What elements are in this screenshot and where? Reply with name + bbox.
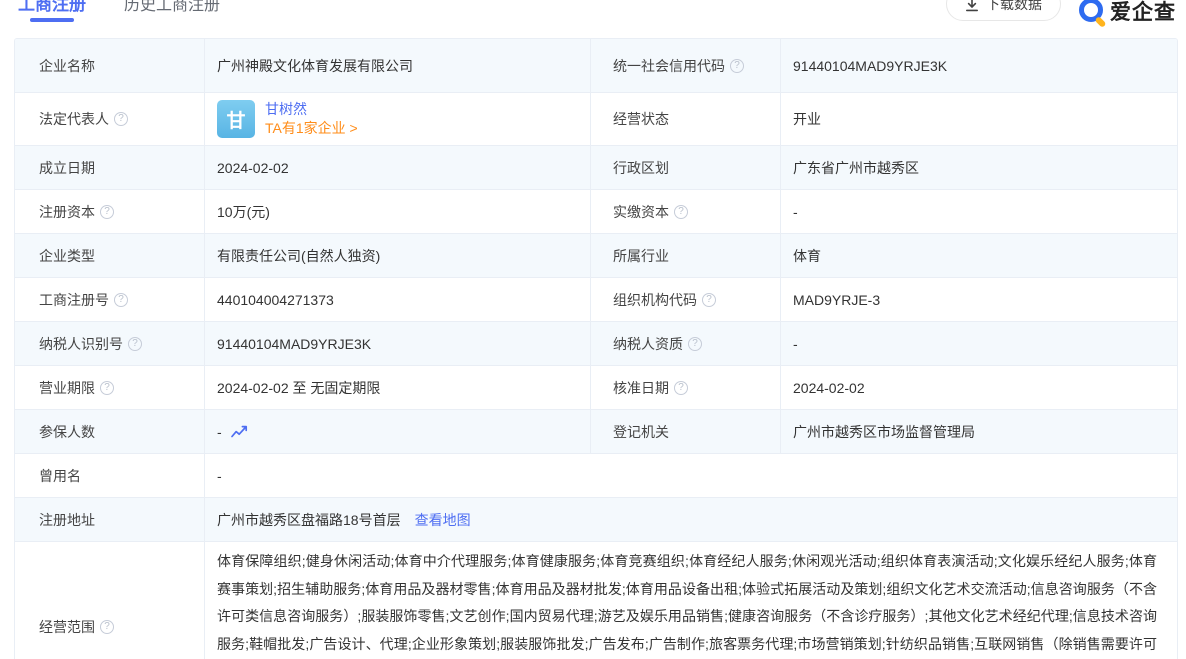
trend-chart-icon[interactable] (230, 424, 248, 439)
row-taxpayer-id: 纳税人识别号 ? 91440104MAD9YRJE3K 纳税人资质 ? - (15, 322, 1177, 366)
download-icon (965, 0, 979, 12)
former-name-label: 曾用名 (15, 454, 205, 497)
tab-business-registration-label: 工商注册 (18, 0, 86, 14)
help-icon[interactable]: ? (114, 293, 128, 307)
taxpayer-qual-value: - (781, 322, 1178, 365)
biz-term-value: 2024-02-02 至 无固定期限 (205, 366, 591, 409)
biz-status-label: 经营状态 (591, 93, 781, 145)
org-code-label: 组织机构代码 ? (591, 278, 781, 321)
row-company-type: 企业类型 有限责任公司(自然人独资) 所属行业 体育 (15, 234, 1177, 278)
download-data-button[interactable]: 下载数据 (946, 0, 1061, 21)
company-type-label: 企业类型 (15, 234, 205, 277)
legal-rep-label: 法定代表人 ? (15, 93, 205, 145)
tab-business-registration[interactable]: 工商注册 (18, 0, 86, 16)
active-tab-underline (30, 18, 74, 22)
taxpayer-no-value: 91440104MAD9YRJE3K (205, 322, 591, 365)
row-legal-representative: 法定代表人 ? 甘 甘树然 TA有1家企业 > 经营状态 开业 (15, 93, 1177, 146)
org-code-value: MAD9YRJE-3 (781, 278, 1178, 321)
reg-capital-label: 注册资本 ? (15, 190, 205, 233)
tab-history-registration-label: 历史工商注册 (124, 0, 220, 14)
scope-value: 体育保障组织;健身休闲活动;体育中介代理服务;体育健康服务;体育竞赛组织;体育经… (205, 542, 1177, 659)
biz-status-value: 开业 (781, 93, 1178, 145)
est-date-label: 成立日期 (15, 146, 205, 189)
former-name-value: - (205, 454, 1178, 497)
company-type-value: 有限责任公司(自然人独资) (205, 234, 591, 277)
tab-bar: 工商注册 历史工商注册 (18, 0, 220, 16)
row-registered-capital: 注册资本 ? 10万(元) 实缴资本 ? - (15, 190, 1177, 234)
help-icon[interactable]: ? (688, 337, 702, 351)
help-icon[interactable]: ? (730, 59, 744, 73)
legal-rep-name-link[interactable]: 甘树然 (265, 100, 358, 119)
help-icon[interactable]: ? (100, 205, 114, 219)
help-icon[interactable]: ? (100, 381, 114, 395)
aiqicha-brand-text: 爱企查 (1110, 0, 1176, 26)
row-registered-address: 注册地址 广州市越秀区盘福路18号首层 查看地图 (15, 498, 1177, 542)
row-former-name: 曾用名 - (15, 454, 1177, 498)
header-actions: 下载数据 爱企查 (946, 0, 1176, 26)
admin-division-label: 行政区划 (591, 146, 781, 189)
row-registration-number: 工商注册号 ? 440104004271373 组织机构代码 ? MAD9YRJ… (15, 278, 1177, 322)
est-date-value: 2024-02-02 (205, 146, 591, 189)
tab-history-registration[interactable]: 历史工商注册 (124, 0, 220, 16)
help-icon[interactable]: ? (128, 337, 142, 351)
address-value: 广州市越秀区盘福路18号首层 查看地图 (205, 498, 1178, 541)
legal-rep-avatar[interactable]: 甘 (217, 100, 255, 138)
reg-no-label: 工商注册号 ? (15, 278, 205, 321)
row-insured-count: 参保人数 - 登记机关 广州市越秀区市场监督管理局 (15, 410, 1177, 454)
industry-value: 体育 (781, 234, 1178, 277)
paid-capital-label: 实缴资本 ? (591, 190, 781, 233)
taxpayer-no-label: 纳税人识别号 ? (15, 322, 205, 365)
address-label: 注册地址 (15, 498, 205, 541)
reg-no-value: 440104004271373 (205, 278, 591, 321)
reg-authority-label: 登记机关 (591, 410, 781, 453)
help-icon[interactable]: ? (114, 112, 128, 126)
business-registration-page: 工商注册 历史工商注册 下载数据 爱企查 (0, 0, 1186, 659)
view-map-link[interactable]: 查看地图 (415, 510, 471, 530)
reg-capital-value: 10万(元) (205, 190, 591, 233)
section-header: 工商注册 历史工商注册 下载数据 爱企查 (0, 0, 1186, 38)
credit-code-value: 91440104MAD9YRJE3K (781, 39, 1178, 92)
aiqicha-q-icon (1079, 0, 1105, 24)
insured-label: 参保人数 (15, 410, 205, 453)
row-business-scope: 经营范围 ? 体育保障组织;健身休闲活动;体育中介代理服务;体育健康服务;体育竞… (15, 542, 1177, 659)
company-name-value: 广州神殿文化体育发展有限公司 (205, 39, 591, 92)
industry-label: 所属行业 (591, 234, 781, 277)
credit-code-label: 统一社会信用代码 ? (591, 39, 781, 92)
company-name-label: 企业名称 (15, 39, 205, 92)
taxpayer-qual-label: 纳税人资质 ? (591, 322, 781, 365)
reg-authority-value: 广州市越秀区市场监督管理局 (781, 410, 1178, 453)
approval-date-label: 核准日期 ? (591, 366, 781, 409)
registration-info-table: 企业名称 广州神殿文化体育发展有限公司 统一社会信用代码 ? 91440104M… (14, 38, 1178, 659)
help-icon[interactable]: ? (674, 205, 688, 219)
biz-term-label: 营业期限 ? (15, 366, 205, 409)
row-company-name: 企业名称 广州神殿文化体育发展有限公司 统一社会信用代码 ? 91440104M… (15, 39, 1177, 93)
paid-capital-value: - (781, 190, 1178, 233)
scope-label: 经营范围 ? (15, 542, 205, 659)
help-icon[interactable]: ? (674, 381, 688, 395)
help-icon[interactable]: ? (702, 293, 716, 307)
legal-rep-value: 甘 甘树然 TA有1家企业 > (205, 93, 591, 145)
approval-date-value: 2024-02-02 (781, 366, 1178, 409)
row-business-term: 营业期限 ? 2024-02-02 至 无固定期限 核准日期 ? 2024-02… (15, 366, 1177, 410)
aiqicha-logo[interactable]: 爱企查 (1079, 0, 1176, 26)
row-establish-date: 成立日期 2024-02-02 行政区划 广东省广州市越秀区 (15, 146, 1177, 190)
admin-division-value: 广东省广州市越秀区 (781, 146, 1178, 189)
download-data-label: 下载数据 (986, 0, 1042, 14)
legal-rep-related-link[interactable]: TA有1家企业 > (265, 119, 358, 138)
help-icon[interactable]: ? (100, 620, 114, 634)
insured-value: - (205, 410, 591, 453)
